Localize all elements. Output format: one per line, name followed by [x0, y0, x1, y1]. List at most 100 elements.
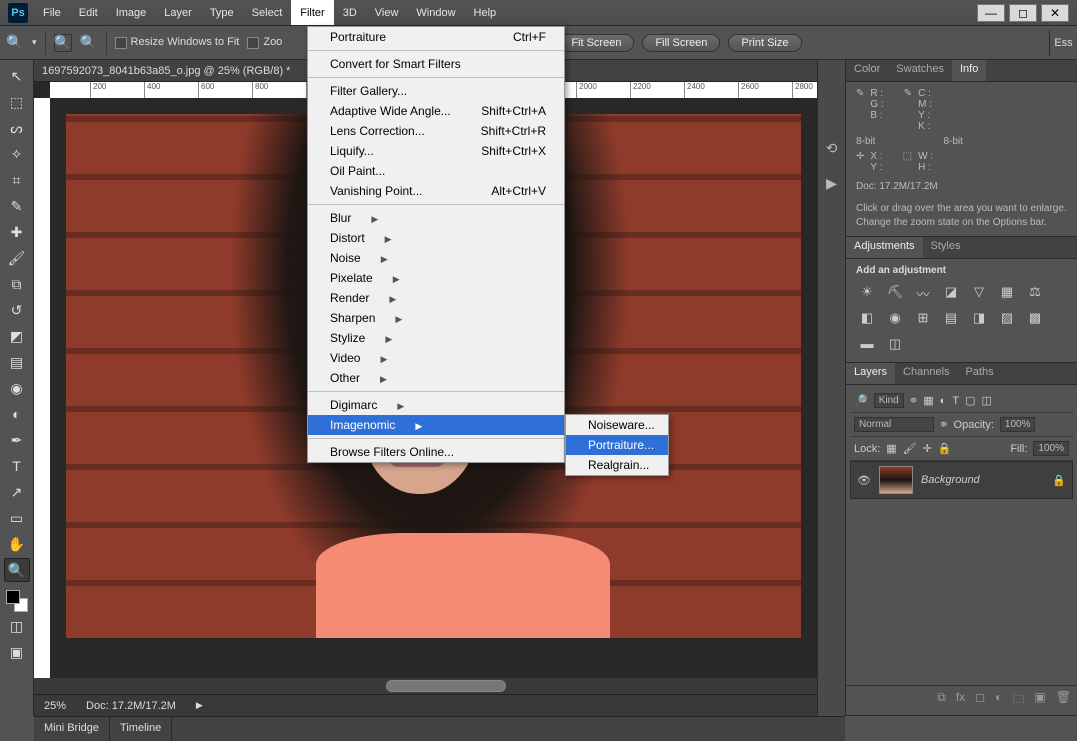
filter-pixel-icon[interactable]: ▦	[923, 394, 933, 407]
wand-tool-icon[interactable]: ✧	[4, 142, 30, 166]
quickmask-icon[interactable]: ◫	[4, 614, 30, 638]
lock-pos-icon[interactable]: ✛	[923, 442, 932, 455]
visibility-icon[interactable]: 👁	[857, 474, 871, 487]
filter-item[interactable]: Stylize	[308, 328, 564, 348]
close-button[interactable]: ✕	[1041, 4, 1069, 22]
pen-tool-icon[interactable]: ✒	[4, 428, 30, 452]
menu-window[interactable]: Window	[407, 0, 464, 25]
zoom-tool-icon[interactable]: 🔍	[4, 558, 30, 582]
lock-all-icon[interactable]: 🔒	[938, 442, 952, 455]
filter-item[interactable]: Browse Filters Online...	[308, 442, 564, 462]
zoom-tool-icon[interactable]: 🔍	[6, 34, 24, 52]
lock-trans-icon[interactable]: ▦	[886, 442, 896, 455]
tab-layers[interactable]: Layers	[846, 363, 895, 384]
curves-icon[interactable]: 〰	[914, 284, 932, 300]
threshold-icon[interactable]: ▩	[1026, 310, 1044, 326]
filter-item[interactable]: PortraitureCtrl+F	[308, 27, 564, 47]
tab-mini-bridge[interactable]: Mini Bridge	[34, 717, 110, 741]
menu-image[interactable]: Image	[107, 0, 156, 25]
filter-smart-icon[interactable]: ◫	[981, 394, 991, 407]
opacity-value[interactable]: 100%	[1000, 417, 1036, 432]
menu-help[interactable]: Help	[465, 0, 506, 25]
crop-tool-icon[interactable]: ⌗	[4, 168, 30, 192]
layer-thumbnail[interactable]	[879, 466, 913, 494]
stamp-tool-icon[interactable]: ⧉	[4, 272, 30, 296]
filter-item[interactable]: Video	[308, 348, 564, 368]
menu-type[interactable]: Type	[201, 0, 243, 25]
exposure-icon[interactable]: ◪	[942, 284, 960, 300]
tab-info[interactable]: Info	[952, 60, 986, 81]
move-tool-icon[interactable]: ↖	[4, 64, 30, 88]
submenu-item[interactable]: Portraiture...	[566, 435, 668, 455]
invert-icon[interactable]: ◨	[970, 310, 988, 326]
history-panel-icon[interactable]: ⟲	[826, 140, 838, 157]
submenu-item[interactable]: Realgrain...	[566, 455, 668, 475]
minimize-button[interactable]: —	[977, 4, 1005, 22]
filter-item[interactable]: Vanishing Point...Alt+Ctrl+V	[308, 181, 564, 201]
filter-item[interactable]: Sharpen	[308, 308, 564, 328]
type-tool-icon[interactable]: T	[4, 454, 30, 478]
color-swatch[interactable]	[6, 590, 28, 612]
hand-tool-icon[interactable]: ✋	[4, 532, 30, 556]
fx-icon[interactable]: fx	[956, 690, 965, 711]
tab-timeline[interactable]: Timeline	[110, 717, 172, 741]
filter-item[interactable]: Noise	[308, 248, 564, 268]
resize-windows-checkbox[interactable]: Resize Windows to Fit	[115, 36, 240, 48]
tab-color[interactable]: Color	[846, 60, 888, 81]
filter-item[interactable]: Filter Gallery...	[308, 81, 564, 101]
filter-type-icon[interactable]: T	[952, 395, 959, 407]
zoom-level[interactable]: 25%	[44, 700, 66, 712]
tab-channels[interactable]: Channels	[895, 363, 957, 384]
menu-file[interactable]: File	[34, 0, 70, 25]
filter-item[interactable]: Imagenomic	[308, 415, 564, 435]
adjustment-layer-icon[interactable]: ◐	[995, 690, 1002, 711]
lock-paint-icon[interactable]: 🖌	[903, 442, 917, 455]
layer-filter-kind[interactable]: Kind	[874, 393, 904, 408]
filter-item[interactable]: Blur	[308, 208, 564, 228]
filter-adjust-icon[interactable]: ◐	[940, 395, 947, 407]
filter-item[interactable]: Digimarc	[308, 395, 564, 415]
play-panel-icon[interactable]: ▶	[826, 175, 837, 192]
maximize-button[interactable]: ◻	[1009, 4, 1037, 22]
brightness-icon[interactable]: ☀	[858, 284, 876, 300]
fill-value[interactable]: 100%	[1033, 441, 1069, 456]
filter-item[interactable]: Pixelate	[308, 268, 564, 288]
gradmap-icon[interactable]: ▬	[858, 336, 876, 352]
tab-swatches[interactable]: Swatches	[888, 60, 952, 81]
colorbal-icon[interactable]: ⚖	[1026, 284, 1044, 300]
tab-styles[interactable]: Styles	[923, 237, 969, 258]
blend-mode-select[interactable]: Normal	[854, 417, 934, 432]
bw-icon[interactable]: ◧	[858, 310, 876, 326]
filter-item[interactable]: Lens Correction...Shift+Ctrl+R	[308, 121, 564, 141]
tab-paths[interactable]: Paths	[958, 363, 1002, 384]
dodge-tool-icon[interactable]: ◐	[4, 402, 30, 426]
screenmode-icon[interactable]: ▣	[4, 640, 30, 664]
history-brush-icon[interactable]: ↺	[4, 298, 30, 322]
fill-screen-button[interactable]: Fill Screen	[642, 34, 720, 52]
poster-icon[interactable]: ▨	[998, 310, 1016, 326]
menu-view[interactable]: View	[366, 0, 408, 25]
zoom-in-icon[interactable]: 🔍	[54, 34, 72, 52]
horizontal-scrollbar[interactable]	[34, 678, 817, 694]
photofilter-icon[interactable]: ◉	[886, 310, 904, 326]
zoom-out-icon[interactable]: 🔍	[80, 34, 98, 52]
group-icon[interactable]: 🗀	[1012, 690, 1024, 711]
link-layers-icon[interactable]: ⧉	[937, 690, 946, 711]
menu-select[interactable]: Select	[243, 0, 292, 25]
marquee-tool-icon[interactable]: ⬚	[4, 90, 30, 114]
blur-tool-icon[interactable]: ◉	[4, 376, 30, 400]
filter-item[interactable]: Other	[308, 368, 564, 388]
vibrance-icon[interactable]: ▽	[970, 284, 988, 300]
filter-item[interactable]: Liquify...Shift+Ctrl+X	[308, 141, 564, 161]
submenu-item[interactable]: Noiseware...	[566, 415, 668, 435]
huesat-icon[interactable]: ▦	[998, 284, 1016, 300]
trash-icon[interactable]: 🗑	[1056, 690, 1071, 711]
mask-icon[interactable]: ◻	[975, 690, 985, 711]
filter-item[interactable]: Oil Paint...	[308, 161, 564, 181]
menu-edit[interactable]: Edit	[70, 0, 107, 25]
filter-item[interactable]: Convert for Smart Filters	[308, 54, 564, 74]
workspace-switcher[interactable]: Ess	[1049, 30, 1077, 56]
print-size-button[interactable]: Print Size	[728, 34, 801, 52]
brush-tool-icon[interactable]: 🖌	[4, 246, 30, 270]
filter-item[interactable]: Render	[308, 288, 564, 308]
